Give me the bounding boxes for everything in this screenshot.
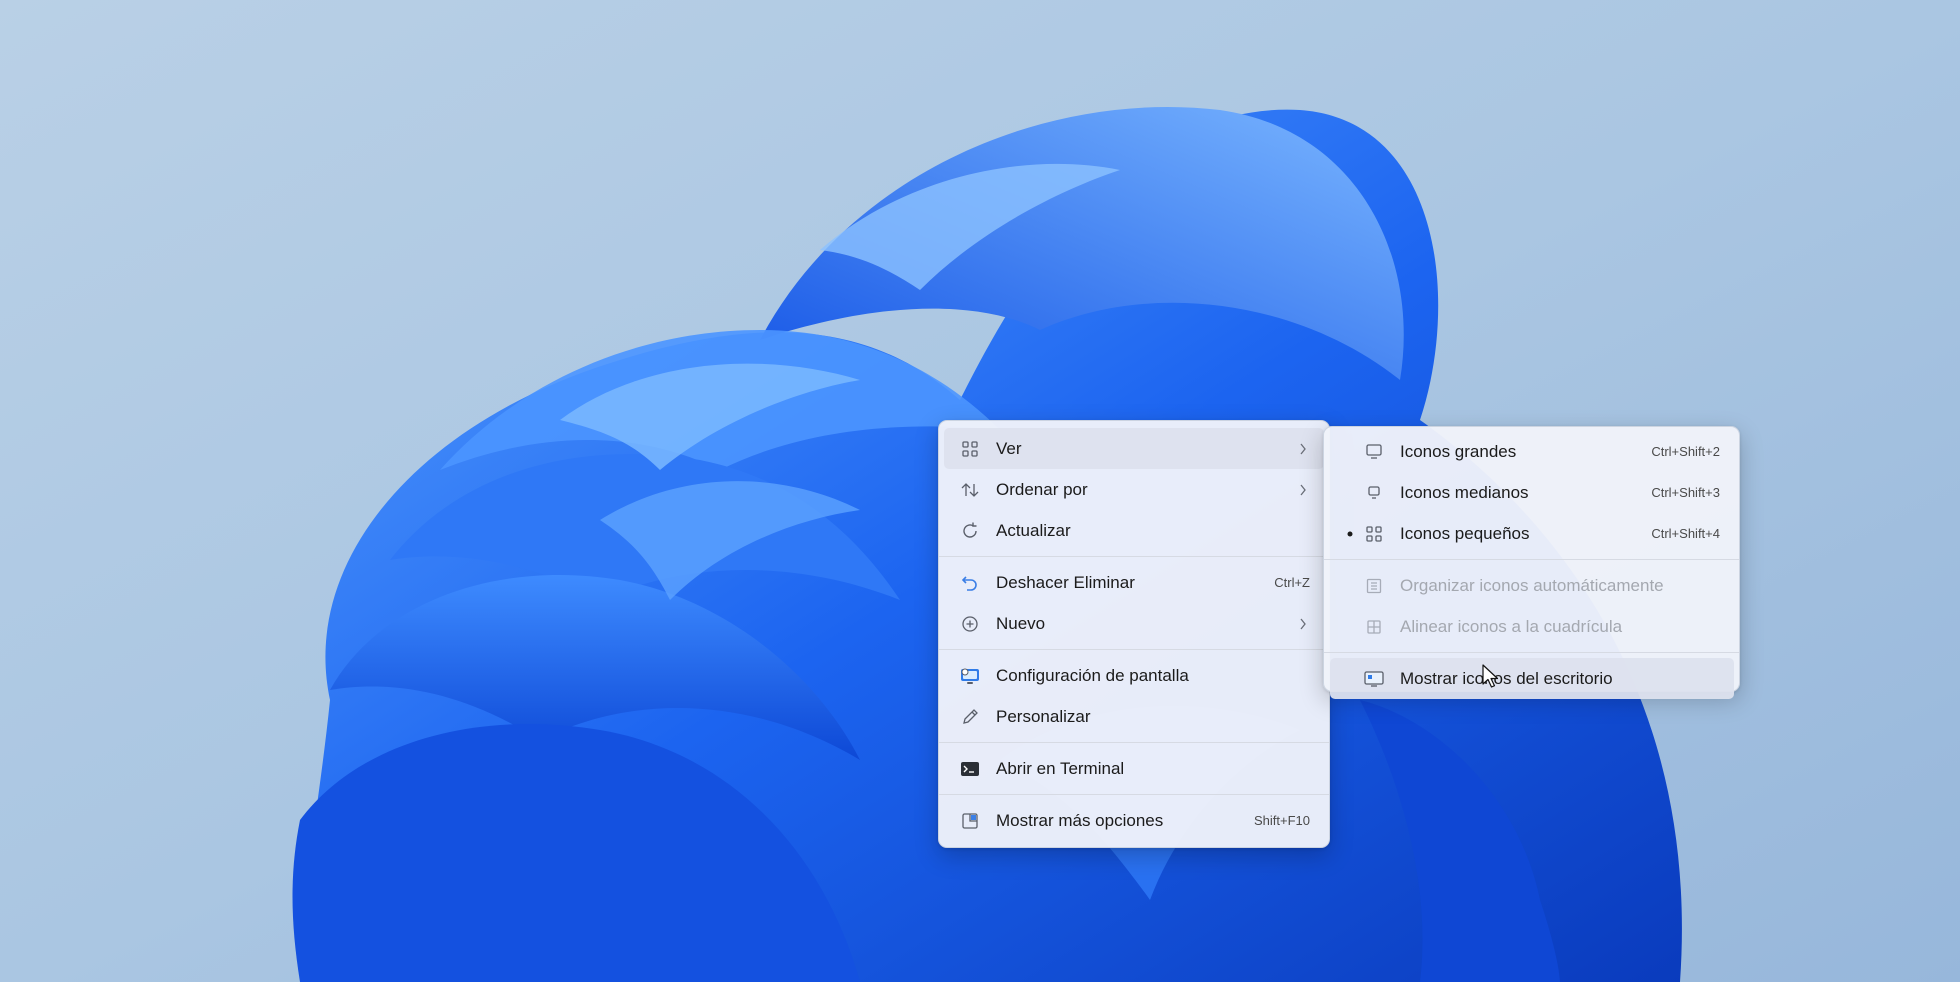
submenu-item-label: Iconos pequeños — [1400, 523, 1530, 543]
grid-icon — [958, 437, 982, 461]
menu-item-ver[interactable]: Ver — [944, 428, 1324, 469]
show-desktop-icons-icon — [1362, 667, 1386, 691]
menu-item-label: Personalizar — [996, 706, 1091, 726]
monitor-large-icon — [1362, 440, 1386, 464]
chevron-right-icon — [1296, 484, 1310, 496]
refresh-icon — [958, 519, 982, 543]
menu-separator — [939, 649, 1329, 650]
menu-item-label: Abrir en Terminal — [996, 758, 1125, 778]
chevron-right-icon — [1296, 618, 1310, 630]
menu-item-mostrar-mas-opciones[interactable]: Mostrar más opciones Shift+F10 — [944, 800, 1324, 841]
submenu-item-label: Organizar iconos automáticamente — [1400, 575, 1664, 595]
menu-item-label: Ver — [996, 438, 1022, 458]
display-settings-icon — [958, 664, 982, 688]
menu-separator — [1324, 652, 1739, 653]
sort-icon — [958, 478, 982, 502]
submenu-item-iconos-pequenos[interactable]: Iconos pequeños Ctrl+Shift+4 — [1330, 513, 1734, 554]
menu-separator — [1324, 559, 1739, 560]
submenu-item-iconos-grandes[interactable]: Iconos grandes Ctrl+Shift+2 — [1330, 431, 1734, 472]
menu-item-label: Actualizar — [996, 520, 1071, 540]
menu-separator — [939, 556, 1329, 557]
mouse-cursor-icon — [1482, 664, 1499, 688]
menu-item-deshacer-eliminar[interactable]: Deshacer Eliminar Ctrl+Z — [944, 562, 1324, 603]
menu-item-configuracion-de-pantalla[interactable]: Configuración de pantalla — [944, 655, 1324, 696]
menu-separator — [939, 794, 1329, 795]
terminal-icon — [958, 757, 982, 781]
submenu-item-alinear-iconos[interactable]: Alinear iconos a la cuadrícula — [1330, 606, 1734, 647]
menu-item-label: Deshacer Eliminar — [996, 572, 1135, 592]
menu-item-actualizar[interactable]: Actualizar — [944, 510, 1324, 551]
monitor-medium-icon — [1362, 481, 1386, 505]
shortcut-label: Ctrl+Shift+2 — [1651, 444, 1720, 459]
menu-item-personalizar[interactable]: Personalizar — [944, 696, 1324, 737]
submenu-item-mostrar-iconos-escritorio[interactable]: Mostrar iconos del escritorio — [1330, 658, 1734, 699]
submenu-item-iconos-medianos[interactable]: Iconos medianos Ctrl+Shift+3 — [1330, 472, 1734, 513]
align-grid-icon — [1362, 615, 1386, 639]
chevron-right-icon — [1296, 443, 1310, 455]
shortcut-label: Ctrl+Shift+4 — [1651, 526, 1720, 541]
grid-small-icon — [1362, 522, 1386, 546]
shortcut-label: Shift+F10 — [1253, 813, 1310, 828]
submenu-item-label: Alinear iconos a la cuadrícula — [1400, 616, 1623, 636]
more-options-icon — [958, 809, 982, 833]
submenu-item-label: Mostrar iconos del escritorio — [1400, 668, 1613, 688]
shortcut-label: Ctrl+Z — [1274, 575, 1310, 590]
submenu-item-label: Iconos medianos — [1400, 482, 1529, 502]
menu-item-abrir-en-terminal[interactable]: Abrir en Terminal — [944, 748, 1324, 789]
plus-circle-icon — [958, 612, 982, 636]
auto-arrange-icon — [1362, 574, 1386, 598]
view-submenu: Iconos grandes Ctrl+Shift+2 Iconos media… — [1323, 426, 1740, 699]
selected-bullet-icon — [1338, 531, 1362, 537]
desktop-context-menu: Ver Ordenar por Actualizar Deshacer Elim… — [938, 420, 1330, 848]
menu-item-label: Ordenar por — [996, 479, 1088, 499]
menu-item-ordenar-por[interactable]: Ordenar por — [944, 469, 1324, 510]
shortcut-label: Ctrl+Shift+3 — [1651, 485, 1720, 500]
undo-icon — [958, 571, 982, 595]
pencil-icon — [958, 705, 982, 729]
menu-item-nuevo[interactable]: Nuevo — [944, 603, 1324, 644]
menu-separator — [939, 742, 1329, 743]
menu-item-label: Mostrar más opciones — [996, 810, 1164, 830]
menu-item-label: Configuración de pantalla — [996, 665, 1189, 685]
submenu-item-label: Iconos grandes — [1400, 441, 1517, 461]
menu-item-label: Nuevo — [996, 613, 1046, 633]
submenu-item-organizar-iconos[interactable]: Organizar iconos automáticamente — [1330, 565, 1734, 606]
